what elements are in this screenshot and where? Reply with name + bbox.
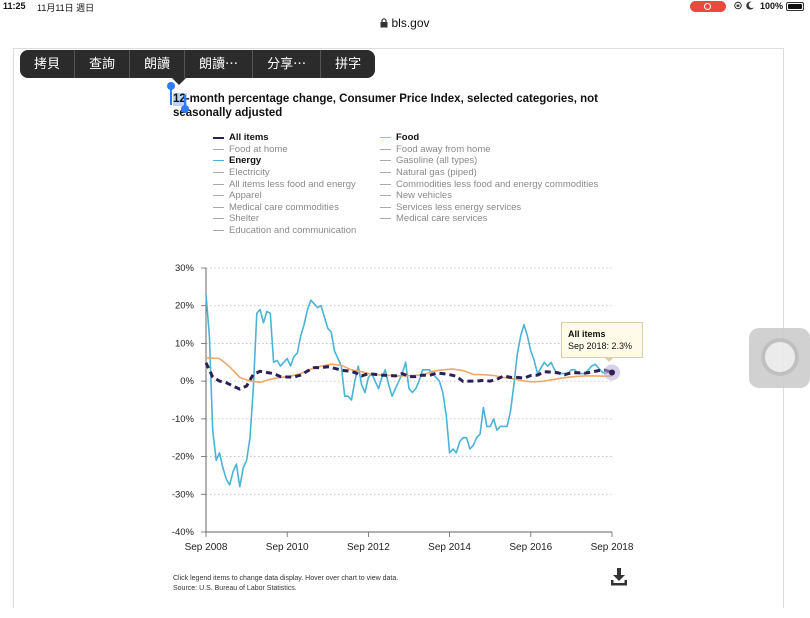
legend-swatch <box>380 148 391 150</box>
tooltip-value: Sep 2018: 2.3% <box>568 341 633 351</box>
x-tick-label: Sep 2010 <box>266 542 309 553</box>
legend-label: Services less energy services <box>396 201 522 213</box>
context-menu-pointer <box>172 78 186 85</box>
legend-item[interactable]: Medical care services <box>380 213 598 225</box>
legend-label: Commodities less food and energy commodi… <box>396 178 599 190</box>
legend-item[interactable]: All items less food and energy <box>213 178 356 190</box>
chart-title: 12-month percentage change, Consumer Pri… <box>173 93 598 119</box>
y-tick-label: 30% <box>175 263 195 274</box>
legend-swatch <box>213 195 224 197</box>
legend-item[interactable]: Energy <box>213 155 356 167</box>
footnote-source: Source: U.S. Bureau of Labor Statistics. <box>173 585 297 592</box>
legend-swatch <box>380 183 391 185</box>
legend-item[interactable]: Gasoline (all types) <box>380 155 598 167</box>
y-tick-label: -40% <box>172 527 195 538</box>
legend-item[interactable]: Food at home <box>213 144 356 156</box>
legend-item[interactable]: Medical care commodities <box>213 202 356 214</box>
assistive-touch-icon <box>765 342 795 372</box>
tooltip-title: All items <box>568 329 606 339</box>
legend-label: Education and communication <box>229 225 357 237</box>
selection-end-handle[interactable] <box>181 95 189 113</box>
legend-swatch <box>213 206 224 208</box>
legend-item[interactable]: Electricity <box>213 167 356 179</box>
legend-label: Natural gas (piped) <box>396 167 477 179</box>
text-context-menu: 拷貝 查詢 朗讀 朗讀⋯ 分享⋯ 拼字 <box>20 50 376 78</box>
legend-swatch <box>213 230 224 232</box>
legend-label: Food at home <box>229 143 288 155</box>
legend-label: Gasoline (all types) <box>396 155 478 167</box>
chart-footnote: Click legend items to change data displa… <box>173 574 398 594</box>
legend-item[interactable]: Services less energy services <box>380 202 598 214</box>
legend-label: Medical care commodities <box>229 201 339 213</box>
legend-label: All items less food and energy <box>229 178 356 190</box>
legend-swatch <box>380 195 391 197</box>
legend-swatch <box>213 160 224 162</box>
legend-label: All items <box>229 132 269 144</box>
legend-swatch <box>380 160 391 162</box>
menu-copy[interactable]: 拷貝 <box>20 50 76 78</box>
legend-label: Electricity <box>229 167 270 179</box>
x-tick-label: Sep 2016 <box>509 542 552 553</box>
legend-swatch <box>213 183 224 185</box>
legend-swatch <box>213 136 224 139</box>
legend-swatch <box>213 172 224 174</box>
legend-item[interactable]: Commodities less food and energy commodi… <box>380 178 598 190</box>
legend-label: Food away from home <box>396 143 491 155</box>
legend-swatch <box>213 148 224 150</box>
download-icon[interactable] <box>611 568 627 586</box>
menu-spelling[interactable]: 拼字 <box>321 50 375 78</box>
legend-label: New vehicles <box>396 190 452 202</box>
y-tick-label: 0% <box>180 376 194 387</box>
y-tick-label: 20% <box>175 301 195 312</box>
menu-share[interactable]: 分享⋯ <box>253 50 322 78</box>
selection-start-handle[interactable] <box>167 82 175 105</box>
legend-column-right: Food Food away from home Gasoline (all typ… <box>380 132 598 225</box>
legend-label: Energy <box>229 155 262 167</box>
food-series-line <box>205 357 613 384</box>
legend-swatch <box>380 137 391 139</box>
menu-speak[interactable]: 朗讀 <box>130 50 186 78</box>
legend-label: Shelter <box>229 213 260 225</box>
legend-swatch <box>213 218 224 220</box>
legend-label: Medical care services <box>396 213 488 225</box>
tooltip-pointer <box>604 357 614 362</box>
legend-item[interactable]: Natural gas (piped) <box>380 167 598 179</box>
y-tick-label: -10% <box>172 414 195 425</box>
y-tick-label: -20% <box>172 452 195 463</box>
legend-item[interactable]: Shelter <box>213 213 356 225</box>
legend-swatch <box>380 206 391 208</box>
assistive-touch-button[interactable] <box>749 328 810 388</box>
legend-column-left: All items Food at home Energy Electricity Al… <box>213 132 356 236</box>
x-tick-label: Sep 2018 <box>591 542 634 553</box>
legend-item[interactable]: Food away from home <box>380 144 598 156</box>
legend-item[interactable]: New vehicles <box>380 190 598 202</box>
hover-point <box>609 369 615 376</box>
x-tick-label: Sep 2014 <box>428 542 471 553</box>
y-tick-label: 10% <box>175 338 195 349</box>
x-tick-label: Sep 2012 <box>347 542 390 553</box>
legend-item[interactable]: All items <box>213 132 356 144</box>
legend-item[interactable]: Food <box>380 132 598 144</box>
energy-series-line <box>205 294 612 488</box>
menu-look-up[interactable]: 查詢 <box>75 50 131 78</box>
legend-swatch <box>380 218 391 220</box>
legend-item[interactable]: Education and communication <box>213 225 356 237</box>
legend-item[interactable]: Apparel <box>213 190 356 202</box>
x-tick-label: Sep 2008 <box>185 542 228 553</box>
legend-label: Apparel <box>229 190 262 202</box>
legend-swatch <box>380 172 391 174</box>
menu-speak-more[interactable]: 朗讀⋯ <box>185 50 254 78</box>
y-tick-label: -30% <box>172 489 195 500</box>
chart-tooltip: All items Sep 2018: 2.3% <box>561 322 643 358</box>
legend-label: Food <box>396 132 420 144</box>
footnote-instructions: Click legend items to change data displa… <box>173 575 399 582</box>
